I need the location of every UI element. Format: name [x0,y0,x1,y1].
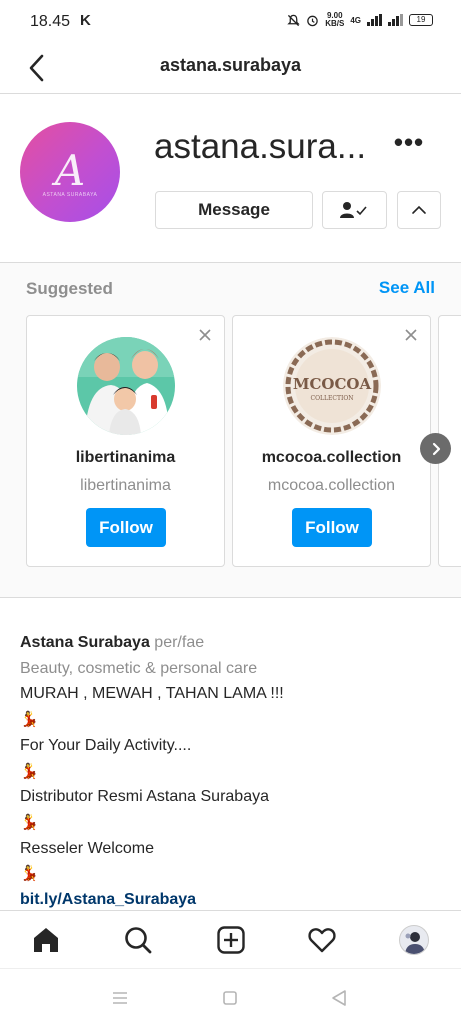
suggestion-name: libertinanima [75,449,176,466]
mcocoa-logo-avatar: MCOCOA COLLECTION [283,337,381,435]
dancer-emoji: 💃 [20,762,39,780]
suggestion-card[interactable]: MCOCOA COLLECTION mcocoa.collection mcoc… [232,315,431,567]
suggestion-card[interactable]: libertinanima libertinanima Follow [26,315,225,567]
bio-name-line: Astana Surabaya per/fae [20,630,440,656]
suggestion-avatar[interactable] [77,337,175,435]
alarm-icon [307,15,318,26]
dancer-emoji: 💃 [20,711,39,729]
top-bar: astana.surabaya [0,42,461,94]
nav-create[interactable] [215,924,247,956]
bio-name: Astana Surabaya [20,634,150,651]
bio-line: For Your Daily Activity.... [20,736,192,754]
heart-icon [308,928,336,953]
status-bar: 18.45 K 9.00 KB/S 4G 19 [0,0,461,42]
home-button[interactable] [219,987,241,1009]
header-title: astana.surabaya [159,55,302,75]
status-time: 18.45 [30,13,71,30]
home-icon [34,928,58,952]
profile-bio: Astana Surabaya per/fae Beauty, cosmetic… [20,630,440,913]
network-type: 4G [350,15,361,25]
dancer-emoji: 💃 [20,865,39,883]
dismiss-suggestion-button[interactable] [196,326,214,344]
menu-icon [113,992,127,1004]
search-icon [125,927,152,954]
recent-apps-button[interactable] [109,987,131,1009]
follow-button[interactable]: Follow [86,508,166,547]
dancer-emoji: 💃 [20,813,39,831]
bio-category: Beauty, cosmetic & personal care [20,659,258,677]
net-speed: 9.00 KB/S [325,11,345,28]
add-post-icon [217,926,245,954]
suggested-toggle-button[interactable] [397,191,441,229]
chevron-up-icon [412,205,426,214]
next-suggestions-button[interactable] [420,433,451,464]
logo-subtext: COLLECTION [311,395,354,402]
close-icon [405,329,417,341]
signal-icon [367,14,382,26]
close-icon [199,329,211,341]
bio-pronouns: per/fae [154,634,205,651]
status-icons: 9.00 KB/S 4G 19 [287,12,433,28]
suggestion-name: mcocoa.collection [261,449,402,466]
profile-avatar-icon [405,932,425,954]
dismiss-suggestion-button[interactable] [402,326,420,344]
profile-avatar[interactable]: A ASTANA SURABAYA [20,122,120,222]
suggestion-avatar[interactable]: MCOCOA COLLECTION [283,337,381,435]
mute-icon [287,14,300,26]
triangle-back-icon [332,990,346,1006]
nav-search[interactable] [122,924,154,956]
signal-icon-2 [388,14,403,26]
suggested-section: Suggested See All libertinanima libertin… [0,262,461,598]
chevron-right-icon [432,442,440,455]
logo-text: MCOCOA [293,375,372,393]
suggestion-handle: libertinanima [80,477,171,494]
see-all-link[interactable]: See All [379,278,435,298]
nav-profile[interactable] [398,924,430,956]
bottom-navigation [0,910,461,968]
more-options-button[interactable]: ••• [390,128,428,164]
profile-name: astana.sura... [154,127,367,166]
profile-avatar-small [399,925,429,955]
bio-link[interactable]: bit.ly/Astana_Surabaya [20,887,440,913]
system-back-button[interactable] [328,987,350,1009]
bio-line: Resseler Welcome [20,839,154,857]
bio-line: Distributor Resmi Astana Surabaya [20,788,269,806]
k-icon: K [80,12,91,29]
group-photo-avatar [77,337,175,435]
following-button[interactable] [322,191,387,229]
person-check-icon [339,202,367,218]
nav-home[interactable] [30,924,62,956]
suggestion-handle: mcocoa.collection [267,477,396,494]
message-button[interactable]: Message [155,191,313,229]
bio-line: MURAH , MEWAH , TAHAN LAMA !!! [20,685,284,703]
square-icon [223,991,237,1005]
follow-button[interactable]: Follow [292,508,372,547]
system-navigation [0,968,461,1024]
avatar-monogram: A [54,146,86,195]
suggested-title: Suggested [26,279,113,298]
nav-activity[interactable] [306,924,338,956]
avatar-small-text: ASTANA SURABAYA [42,192,98,198]
battery-icon: 19 [409,14,433,26]
